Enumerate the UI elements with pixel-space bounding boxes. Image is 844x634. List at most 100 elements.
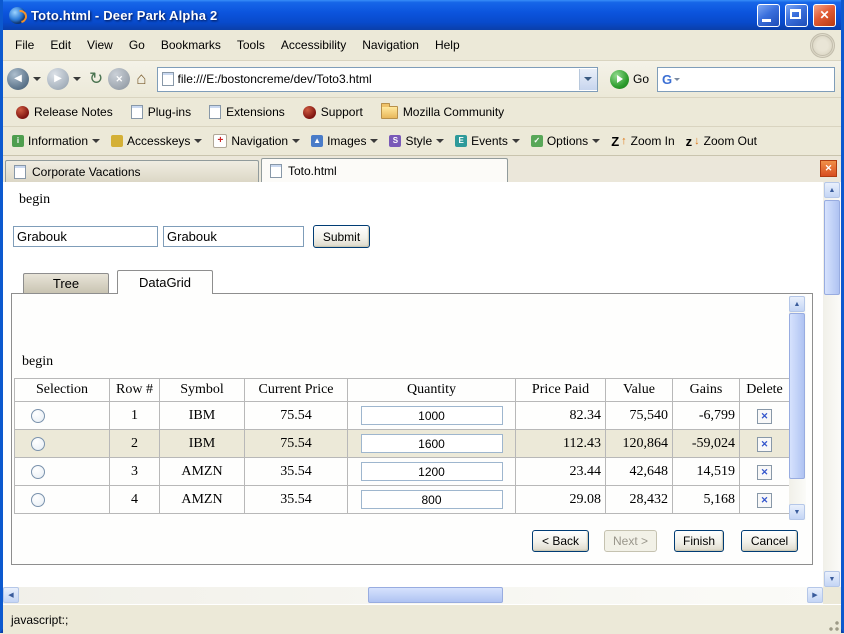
tab-datagrid[interactable]: DataGrid [117, 270, 213, 294]
cancel-button[interactable]: Cancel [741, 530, 798, 552]
menu-file[interactable]: File [7, 34, 42, 56]
back-dropdown-icon[interactable] [33, 77, 41, 81]
devbar-label: Zoom In [631, 134, 675, 148]
main-scrollbar-thumb[interactable] [824, 200, 840, 295]
quantity-input[interactable] [361, 462, 503, 481]
submit-button[interactable]: Submit [313, 225, 370, 248]
panel-scrollbar-thumb[interactable] [789, 313, 805, 479]
col-header-symbol: Symbol [160, 379, 245, 402]
devbar-accesskeys[interactable]: Accesskeys [106, 132, 207, 150]
panel-vertical-scrollbar[interactable]: ▲ ▼ [789, 296, 806, 520]
devbar-zoom-in[interactable]: Z ↑ Zoom In [606, 132, 679, 151]
browser-tab-toto[interactable]: Toto.html [261, 158, 508, 182]
quantity-input[interactable] [361, 434, 503, 453]
forward-dropdown-icon[interactable] [73, 77, 81, 81]
col-header-quantity: Quantity [348, 379, 516, 402]
menu-help[interactable]: Help [427, 34, 468, 56]
row-radio[interactable] [31, 437, 45, 451]
devbar-label: Images [327, 134, 366, 148]
menu-accessibility[interactable]: Accessibility [273, 34, 354, 56]
tab-tree[interactable]: Tree [23, 273, 109, 294]
scroll-up-icon[interactable]: ▲ [789, 296, 805, 312]
scroll-left-icon[interactable]: ◀ [3, 587, 19, 603]
zoom-out-arrow-icon: ↓ [694, 135, 700, 147]
delete-icon[interactable]: ✕ [757, 493, 772, 508]
status-bar: javascript:; [3, 604, 841, 634]
devbar-images[interactable]: ▲ Images [306, 132, 383, 150]
firefox-app-icon [9, 7, 26, 24]
resize-grip[interactable] [826, 618, 840, 632]
row-radio[interactable] [31, 409, 45, 423]
scroll-up-icon[interactable]: ▲ [824, 182, 840, 198]
browser-tab-corporate-vacations[interactable]: Corporate Vacations [5, 160, 259, 182]
delete-icon[interactable]: ✕ [757, 465, 772, 480]
menu-go[interactable]: Go [121, 34, 153, 56]
text-field-2[interactable] [163, 226, 304, 247]
delete-icon[interactable]: ✕ [757, 437, 772, 452]
row-radio[interactable] [31, 465, 45, 479]
search-engine-icon[interactable]: G [662, 72, 672, 87]
devbar-information[interactable]: i Information [7, 132, 105, 150]
cell-gains: 5,168 [673, 486, 740, 514]
search-input[interactable] [682, 69, 830, 89]
menu-navigation[interactable]: Navigation [354, 34, 427, 56]
devbar-label: Information [28, 134, 88, 148]
datagrid-panel: begin Selection Row # Symbol Current Pri… [11, 293, 813, 565]
devbar-label: Accesskeys [127, 134, 190, 148]
bookmark-plugins[interactable]: Plug-ins [124, 103, 198, 121]
url-bar[interactable]: file:///E:/bostoncreme/dev/Toto3.html [157, 67, 598, 92]
quantity-input[interactable] [361, 490, 503, 509]
scroll-down-icon[interactable]: ▼ [789, 504, 805, 520]
home-icon[interactable]: ⌂ [133, 69, 149, 89]
forward-button[interactable]: ▶ [47, 68, 69, 90]
devbar-events[interactable]: E Events [450, 132, 525, 150]
search-engine-dropdown-icon[interactable] [674, 78, 680, 81]
bookmark-extensions[interactable]: Extensions [202, 103, 292, 121]
devbar-zoom-out[interactable]: z ↓ Zoom Out [681, 132, 762, 151]
col-header-delete: Delete [740, 379, 790, 402]
menu-tools[interactable]: Tools [229, 34, 273, 56]
url-text[interactable]: file:///E:/bostoncreme/dev/Toto3.html [178, 72, 579, 86]
menu-view[interactable]: View [79, 34, 121, 56]
chevron-down-icon [592, 139, 600, 143]
quantity-input[interactable] [361, 406, 503, 425]
cell-value: 42,648 [606, 458, 673, 486]
menu-bookmarks[interactable]: Bookmarks [153, 34, 229, 56]
delete-icon[interactable]: ✕ [757, 409, 772, 424]
devbar-navigation[interactable]: + Navigation [208, 132, 305, 150]
bookmark-release-notes[interactable]: Release Notes [9, 103, 120, 121]
back-button-wizard[interactable]: < Back [532, 530, 589, 552]
options-icon: ✓ [531, 135, 543, 147]
close-button[interactable]: ✕ [813, 4, 836, 27]
bookmark-label: Support [321, 105, 363, 119]
devbar-style[interactable]: S Style [384, 132, 449, 150]
bookmark-support[interactable]: Support [296, 103, 370, 121]
cell-row-number: 3 [110, 458, 160, 486]
minimize-button[interactable] [757, 4, 780, 27]
row-radio[interactable] [31, 493, 45, 507]
maximize-button[interactable] [785, 4, 808, 27]
devbar-options[interactable]: ✓ Options [526, 132, 605, 150]
col-header-current-price: Current Price [245, 379, 348, 402]
cell-current-price: 75.54 [245, 430, 348, 458]
main-horizontal-scrollbar[interactable]: ◀ ▶ [3, 587, 823, 604]
finish-button[interactable]: Finish [674, 530, 724, 552]
scroll-down-icon[interactable]: ▼ [824, 571, 840, 587]
menu-edit[interactable]: Edit [42, 34, 79, 56]
bookmark-mozilla-community[interactable]: Mozilla Community [374, 103, 511, 121]
chevron-down-icon [512, 139, 520, 143]
back-button[interactable]: ◀ [7, 68, 29, 90]
scroll-right-icon[interactable]: ▶ [807, 587, 823, 603]
tab-close-button[interactable]: ✕ [820, 160, 837, 177]
reload-icon[interactable]: ↻ [87, 69, 105, 89]
bookmarks-toolbar: Release Notes Plug-ins Extensions Suppor… [3, 98, 841, 127]
stop-icon[interactable]: ✕ [108, 68, 130, 90]
devbar-label: Options [547, 134, 588, 148]
go-button[interactable]: Go [605, 70, 654, 89]
text-field-1[interactable] [13, 226, 158, 247]
horizontal-scrollbar-thumb[interactable] [368, 587, 503, 603]
search-bar[interactable]: G [657, 67, 835, 92]
main-vertical-scrollbar[interactable]: ▲ ▼ [823, 182, 841, 587]
cell-symbol: IBM [160, 402, 245, 430]
url-dropdown-button[interactable] [579, 69, 597, 90]
